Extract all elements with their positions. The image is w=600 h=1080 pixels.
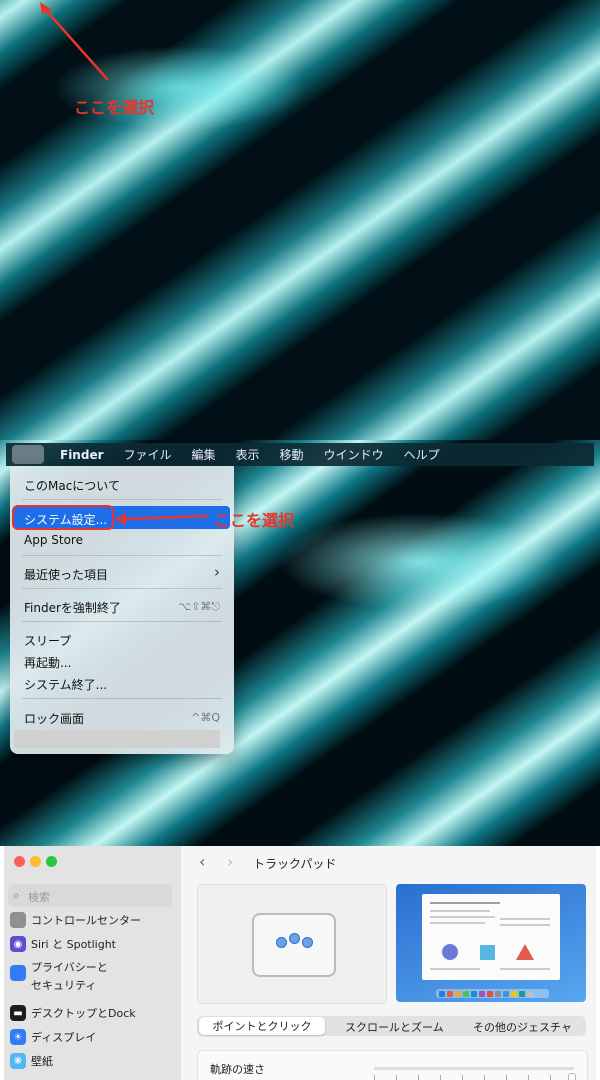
tracking-speed-slider[interactable] <box>374 1067 576 1080</box>
wallpaper-icon: ❋ <box>10 1053 26 1069</box>
sidebar-item-label: デスクトップとDock <box>31 1007 136 1020</box>
annotation-label-top: ここを選択 <box>74 98 155 117</box>
menu-separator <box>22 588 222 589</box>
search-placeholder: 検索 <box>28 891 50 904</box>
menu-item-recent-items[interactable]: 最近使った項目 <box>24 566 108 583</box>
lock-screen-shortcut: ^⌘Q <box>191 711 220 724</box>
sidebar-item-label: セキュリティ <box>31 979 97 992</box>
siri-icon: ◉ <box>10 936 26 952</box>
control-center-icon <box>10 912 26 928</box>
slider-tick <box>462 1075 463 1080</box>
back-chevron-icon[interactable]: ‹ <box>199 852 205 871</box>
menu-separator <box>22 555 222 556</box>
system-settings-window: ⌕ 検索 コントロールセンター ◉ Siri と Spotlight プライバシ… <box>4 846 596 1080</box>
menu-finder[interactable]: Finder <box>60 448 104 462</box>
menu-separator <box>22 698 222 699</box>
menu-file[interactable]: ファイル <box>124 446 172 463</box>
preview-document <box>422 894 560 980</box>
tab-point-and-click[interactable]: ポイントとクリック <box>199 1017 325 1035</box>
triangle-shape <box>516 944 534 960</box>
finger-dot <box>289 933 300 944</box>
sidebar-item-displays[interactable]: ☀ ディスプレイ <box>10 1029 96 1045</box>
sidebar-item-control-center[interactable]: コントロールセンター <box>10 912 141 928</box>
annotation-arrow-top <box>40 2 109 81</box>
slider-knob[interactable] <box>568 1073 576 1080</box>
preview-line <box>430 916 495 918</box>
slider-tick <box>528 1075 529 1080</box>
apple-menu-button[interactable] <box>12 445 44 464</box>
preview-line <box>500 918 550 920</box>
menu-item-about-mac[interactable]: このMacについて <box>24 477 120 494</box>
slider-tick <box>440 1075 441 1080</box>
preview-line <box>500 968 550 970</box>
preview-line <box>430 910 490 912</box>
slider-tick <box>396 1075 397 1080</box>
page-title: トラックパッド <box>253 857 337 871</box>
chevron-right-icon: › <box>214 563 220 581</box>
tracking-speed-label: 軌跡の速さ <box>210 1063 265 1076</box>
menu-edit[interactable]: 編集 <box>192 446 216 463</box>
sidebar-item-label: コントロールセンター <box>31 914 141 927</box>
hand-icon <box>10 965 26 981</box>
sidebar-item-label-group: プライバシーと セキュリティ <box>31 959 108 993</box>
menu-separator <box>22 621 222 622</box>
menu-view[interactable]: 表示 <box>236 446 260 463</box>
trackpad-icon <box>252 913 336 977</box>
slider-tick <box>418 1075 419 1080</box>
slider-tick <box>506 1075 507 1080</box>
menu-item-restart[interactable]: 再起動... <box>24 654 71 671</box>
sidebar-item-privacy[interactable]: プライバシーと セキュリティ <box>10 959 108 993</box>
circle-shape <box>442 944 458 960</box>
segmented-tabs: ポイントとクリック スクロールとズーム その他のジェスチャ <box>197 1016 586 1036</box>
finger-dot <box>302 937 313 948</box>
preview-line <box>430 922 485 924</box>
sidebar-search-field[interactable]: ⌕ 検索 <box>8 884 172 907</box>
menu-blank-row <box>14 730 220 748</box>
menu-bar: Finder ファイル 編集 表示 移動 ウインドウ ヘルプ <box>6 443 594 466</box>
tab-more-gestures[interactable]: その他のジェスチャ <box>473 1019 572 1035</box>
preview-dock <box>436 989 549 998</box>
menu-window[interactable]: ウインドウ <box>324 446 384 463</box>
square-shape <box>480 945 495 960</box>
gesture-video-preview <box>396 884 586 1002</box>
menu-item-app-store[interactable]: App Store <box>24 533 83 547</box>
menu-separator <box>22 499 222 500</box>
forward-chevron-icon[interactable]: › <box>227 852 233 871</box>
sidebar-item-desktop-dock[interactable]: ▬ デスクトップとDock <box>10 1005 136 1021</box>
annotation-label-menu: ここを選択 <box>214 511 295 530</box>
finger-dot <box>276 937 287 948</box>
sidebar-item-label: プライバシーと <box>31 961 108 974</box>
menu-go[interactable]: 移動 <box>280 446 304 463</box>
menu-item-force-quit[interactable]: Finderを強制終了 <box>24 599 121 616</box>
slider-tick <box>550 1075 551 1080</box>
force-quit-shortcut: ⌥⇧⌘⎋ <box>178 600 220 613</box>
slider-tick <box>484 1075 485 1080</box>
sidebar-item-label: 壁紙 <box>31 1055 53 1068</box>
sidebar-item-label: ディスプレイ <box>31 1031 97 1044</box>
desktop-icon: ▬ <box>10 1005 26 1021</box>
menu-item-shutdown[interactable]: システム終了... <box>24 676 107 693</box>
menu-help[interactable]: ヘルプ <box>404 446 440 463</box>
settings-sidebar: ⌕ 検索 コントロールセンター ◉ Siri と Spotlight プライバシ… <box>4 846 181 1080</box>
sidebar-item-label: Siri と Spotlight <box>31 938 116 951</box>
close-button[interactable] <box>14 856 25 867</box>
minimize-button[interactable] <box>30 856 41 867</box>
sidebar-item-siri[interactable]: ◉ Siri と Spotlight <box>10 936 116 952</box>
display-icon: ☀ <box>10 1029 26 1045</box>
settings-main-pane: ‹ › トラックパッド ポイントとクリック スクロールとズーム その他のジェスチ… <box>181 846 596 1080</box>
wallpaper-top: ここを選択 <box>0 0 600 440</box>
slider-tick <box>374 1075 375 1080</box>
annotation-highlight-box <box>12 505 114 530</box>
zoom-button[interactable] <box>46 856 57 867</box>
preview-line <box>430 968 480 970</box>
sidebar-item-wallpaper[interactable]: ❋ 壁紙 <box>10 1053 53 1069</box>
tracking-speed-row: 軌跡の速さ <box>197 1050 588 1080</box>
search-icon: ⌕ <box>13 888 20 902</box>
preview-line <box>430 902 500 904</box>
preview-line <box>500 924 550 926</box>
tab-scroll-and-zoom[interactable]: スクロールとズーム <box>345 1019 444 1035</box>
trackpad-preview <box>197 884 387 1004</box>
menu-item-sleep[interactable]: スリープ <box>24 632 71 649</box>
menu-item-lock-screen[interactable]: ロック画面 <box>24 710 84 727</box>
